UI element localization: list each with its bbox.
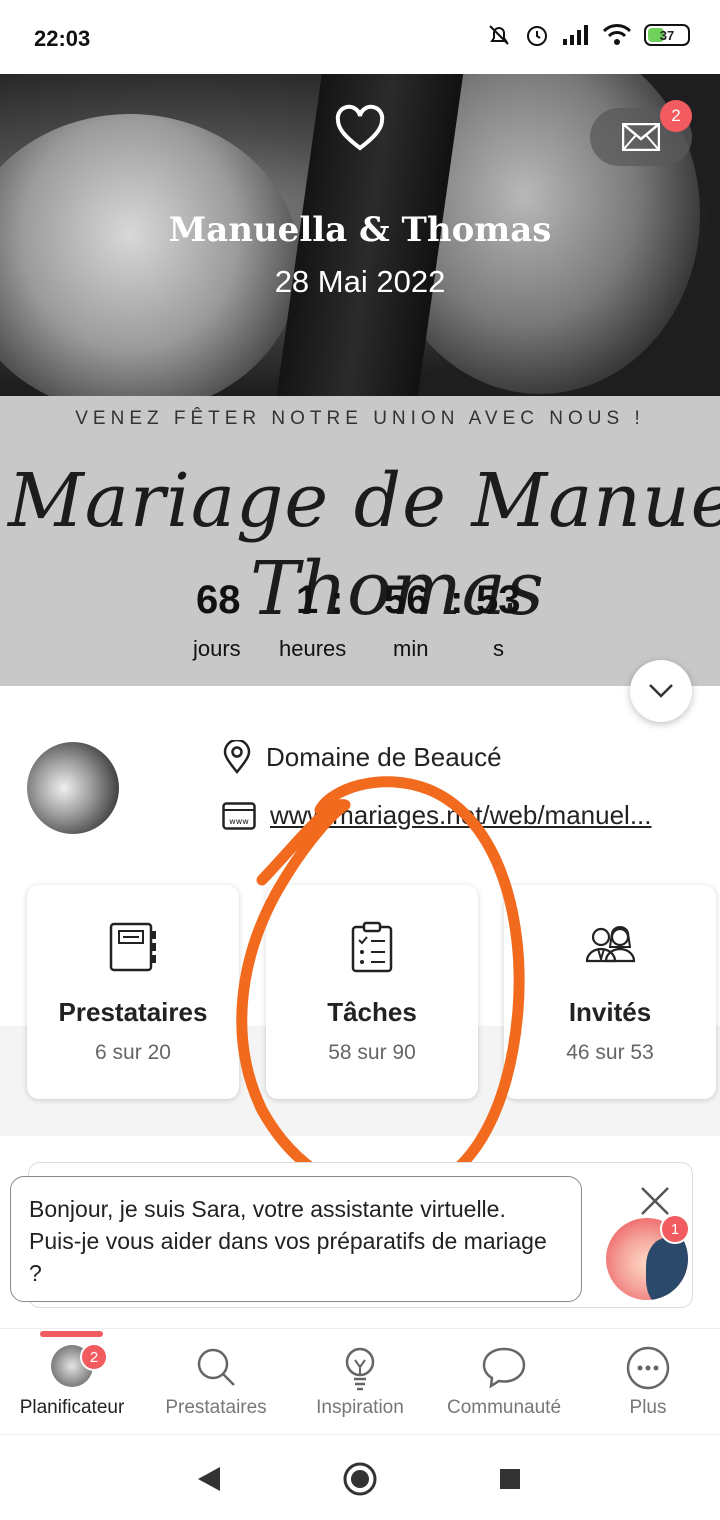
countdown-days: 68 bbox=[196, 578, 241, 622]
svg-text:www: www bbox=[229, 817, 249, 826]
more-dots-icon bbox=[626, 1346, 670, 1390]
signal-icon bbox=[563, 25, 588, 45]
venue-name: Domaine de Beaucé bbox=[266, 741, 502, 772]
card-taches-title: Tâches bbox=[327, 997, 417, 1027]
hero-photo: Manuella & Thomas 28 Mai 2022 2 bbox=[0, 74, 720, 396]
card-prestataires-title: Prestataires bbox=[58, 997, 208, 1027]
wedding-date: 28 Mai 2022 bbox=[274, 264, 446, 299]
status-icons: 37 bbox=[486, 22, 690, 48]
countdown-seconds-label: s bbox=[493, 636, 504, 661]
venue-row[interactable]: Domaine de Beaucé bbox=[222, 740, 502, 774]
messages-badge: 2 bbox=[660, 100, 692, 132]
nav-plus-label: Plus bbox=[629, 1397, 667, 1418]
nav-planificateur-badge: 2 bbox=[80, 1343, 108, 1371]
mute-bell-icon bbox=[489, 25, 509, 45]
location-pin-icon bbox=[223, 740, 251, 774]
battery-level: 37 bbox=[659, 27, 675, 43]
home-icon[interactable] bbox=[342, 1461, 378, 1497]
website-link[interactable]: www.mariages.net/web/manuel... bbox=[270, 800, 652, 831]
assistant-badge: 1 bbox=[660, 1214, 690, 1244]
card-taches-count: 58 sur 90 bbox=[328, 1041, 416, 1064]
banner-tagline: VENEZ FÊTER NOTRE UNION AVEC NOUS ! bbox=[75, 408, 645, 429]
alarm-icon bbox=[527, 26, 547, 46]
address-book-icon bbox=[109, 922, 156, 972]
bottom-nav: 2 Planificateur Prestataires Inspiration… bbox=[0, 1328, 720, 1434]
countdown-minutes: 56 bbox=[384, 578, 429, 622]
wedding-banner: VENEZ FÊTER NOTRE UNION AVEC NOUS ! Mari… bbox=[0, 396, 720, 686]
nav-prestataires-label: Prestataires bbox=[165, 1397, 267, 1418]
banner-script-title: Mariage de Manuella et bbox=[8, 458, 720, 544]
search-icon bbox=[197, 1348, 235, 1386]
recents-icon[interactable] bbox=[498, 1467, 522, 1491]
countdown-seconds: 53 bbox=[476, 578, 521, 622]
nav-inspiration[interactable]: Inspiration bbox=[288, 1329, 432, 1435]
card-prestataires[interactable]: Prestataires 6 sur 20 bbox=[27, 885, 239, 1099]
website-row[interactable]: www www.mariages.net/web/manuel... bbox=[222, 800, 652, 831]
chat-bubble-icon bbox=[482, 1347, 526, 1389]
nav-planificateur-label: Planificateur bbox=[19, 1397, 125, 1418]
envelope-icon bbox=[622, 123, 660, 151]
clipboard-checklist-icon bbox=[351, 921, 393, 973]
couple-names: Manuella & Thomas bbox=[168, 210, 552, 250]
chevron-down-icon bbox=[649, 684, 673, 698]
heart-icon bbox=[335, 104, 385, 151]
nav-planificateur[interactable]: 2 Planificateur bbox=[0, 1329, 144, 1435]
card-invites-title: Invités bbox=[568, 997, 652, 1027]
nav-inspiration-label: Inspiration bbox=[316, 1397, 404, 1418]
active-indicator bbox=[40, 1331, 103, 1337]
card-invites[interactable]: Invités 46 sur 53 bbox=[504, 885, 716, 1099]
nav-communaute-label: Communauté bbox=[446, 1397, 562, 1418]
status-time: 22:03 bbox=[34, 26, 91, 51]
nav-communaute[interactable]: Communauté bbox=[432, 1329, 576, 1435]
nav-plus[interactable]: Plus bbox=[576, 1329, 720, 1435]
card-prestataires-count: 6 sur 20 bbox=[95, 1041, 171, 1064]
lightbulb-icon bbox=[345, 1347, 375, 1391]
system-nav-bar bbox=[0, 1434, 720, 1520]
avatar-couple-photo[interactable] bbox=[27, 742, 119, 834]
card-taches[interactable]: Tâches 58 sur 90 bbox=[266, 885, 478, 1099]
close-icon[interactable] bbox=[638, 1184, 672, 1218]
back-icon[interactable] bbox=[196, 1465, 222, 1493]
status-bar: 22:03 37 bbox=[0, 0, 720, 74]
battery-icon: 37 bbox=[644, 24, 690, 46]
web-page-icon: www bbox=[222, 801, 256, 830]
expand-button[interactable] bbox=[630, 660, 692, 722]
guests-icon bbox=[585, 926, 636, 963]
countdown-hours-label: heures bbox=[279, 636, 347, 661]
card-invites-count: 46 sur 53 bbox=[566, 1041, 654, 1064]
assistant-message-bubble[interactable]: Bonjour, je suis Sara, votre assistante … bbox=[10, 1176, 582, 1302]
countdown-days-label: jours bbox=[193, 636, 241, 661]
countdown-minutes-label: min bbox=[393, 636, 429, 661]
wifi-icon bbox=[602, 24, 632, 45]
countdown-hours: 1 bbox=[296, 578, 319, 622]
nav-prestataires[interactable]: Prestataires bbox=[144, 1329, 288, 1435]
